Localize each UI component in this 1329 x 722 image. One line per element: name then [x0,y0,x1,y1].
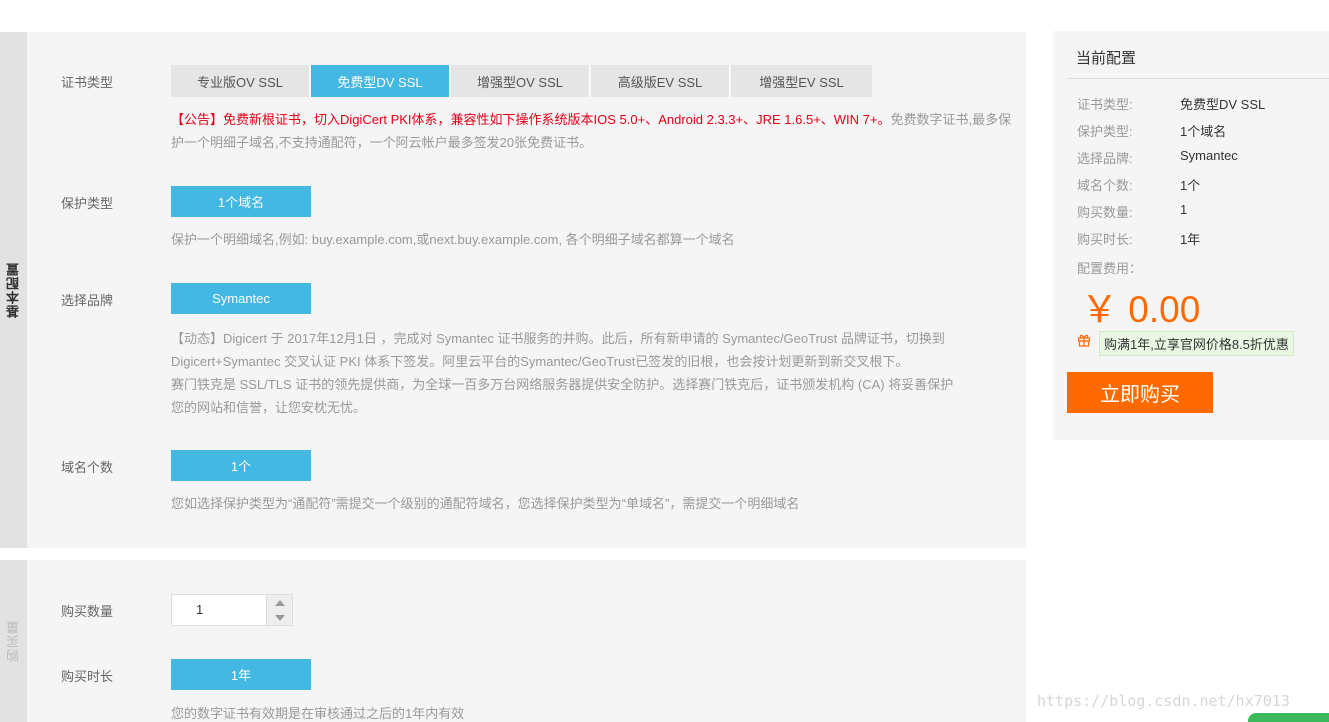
notice-red-text: 【公告】免费新根证书，切入DigiCert PKI体系，兼容性如下操作系统版本I… [171,112,891,127]
brand-desc-line: 您的网站和信誉，让您安枕无忧。 [171,400,367,415]
brand-desc-line: 【动态】Digicert 于 2017年12月1日 ，完成对 Symantec … [171,331,945,346]
duration-desc: 您的数字证书有效期是在审核通过之后的1年内有效 [171,706,465,721]
cert-option-pro-ov[interactable]: 专业版OV SSL [171,65,310,97]
protect-type-option[interactable]: 1个域名 [171,186,311,217]
config-fee-label: 配置费用： [1077,261,1143,276]
promo-badge: 购满1年,立享官网价格8.5折优惠 [1099,331,1294,356]
brand-desc: 【动态】Digicert 于 2017年12月1日 ，完成对 Symantec … [171,327,953,419]
current-config-panel: 当前配置 证书类型: 免费型DV SSL 保护类型: 1个域名 选择品牌: Sy… [1053,31,1329,440]
basic-config-section: 基本配置 证书类型 专业版OV SSL 免费型DV SSL 增强型OV SSL … [0,32,1026,548]
protect-type-label: 保护类型 [61,196,114,211]
brand-label: 选择品牌 [61,293,114,308]
buy-now-button[interactable]: 立即购买 [1067,372,1213,413]
watermark: https://blog.csdn.net/hx7013 [1037,692,1290,710]
duration-label: 购买时长 [61,669,114,684]
cert-option-advanced-ev[interactable]: 高级版EV SSL [591,65,730,97]
brand-desc-line: Digicert+Symantec 交叉认证 PKI 体系下签发。阿里云平台的S… [171,354,909,369]
current-config-title: 当前配置 [1076,50,1137,67]
domain-count-desc: 您如选择保护类型为“通配符”需提交一个级别的通配符域名，您选择保护类型为“单域名… [171,496,800,511]
domain-count-label: 域名个数 [61,460,114,475]
quantity-input[interactable]: 1 [171,594,267,626]
cert-type-label: 证书类型 [61,75,114,90]
summary-label: 域名个数: [1077,178,1133,193]
section-tab-label: 购买量 [6,620,21,662]
summary-value: 1个域名 [1180,124,1227,139]
summary-label: 购买时长: [1077,232,1133,247]
summary-label: 选择品牌: [1077,151,1133,166]
purchase-section: 购买量 购买数量 1 购买时长 1年 您的数字证书有效期是在审核通过之后的1年内… [0,560,1026,722]
summary-label: 购买数量: [1077,205,1133,220]
quantity-increment-button[interactable] [267,595,292,610]
summary-value: 免费型DV SSL [1180,97,1266,112]
cert-type-notice: 【公告】免费新根证书，切入DigiCert PKI体系，兼容性如下操作系统版本I… [171,108,1016,154]
summary-value: 1 [1180,202,1188,217]
divider [1067,78,1329,79]
domain-count-option[interactable]: 1个 [171,450,311,481]
quantity-arrows[interactable] [267,594,293,626]
section-tab-basic-config: 基本配置 [0,32,27,548]
section-tab-purchase: 购买量 [0,560,27,722]
corner-widget[interactable] [1248,713,1329,722]
duration-option[interactable]: 1年 [171,659,311,690]
brand-desc-line: 赛门铁克是 SSL/TLS 证书的领先提供商，为全球一百多万台网络服务器提供安全… [171,377,954,392]
cert-option-free-dv[interactable]: 免费型DV SSL [311,65,450,97]
summary-value: Symantec [1180,148,1238,163]
quantity-stepper[interactable]: 1 [171,594,293,626]
protect-type-desc: 保护一个明细域名,例如: buy.example.com,或next.buy.e… [171,232,735,247]
gift-icon [1077,334,1091,347]
quantity-decrement-button[interactable] [267,610,292,625]
section-tab-label: 基本配置 [6,262,21,318]
summary-label: 证书类型: [1077,97,1133,112]
summary-value: 1个 [1180,178,1201,193]
summary-label: 保护类型: [1077,124,1133,139]
page: 基本配置 证书类型 专业版OV SSL 免费型DV SSL 增强型OV SSL … [0,0,1329,722]
quantity-label: 购买数量 [61,604,114,619]
caret-up-icon [274,599,285,606]
cert-option-enhanced-ev[interactable]: 增强型EV SSL [731,65,872,97]
brand-option-symantec[interactable]: Symantec [171,283,311,314]
summary-value: 1年 [1180,232,1201,247]
config-price: ￥ 0.00 [1081,289,1201,330]
caret-down-icon [274,614,285,621]
cert-option-enhanced-ov[interactable]: 增强型OV SSL [451,65,590,97]
